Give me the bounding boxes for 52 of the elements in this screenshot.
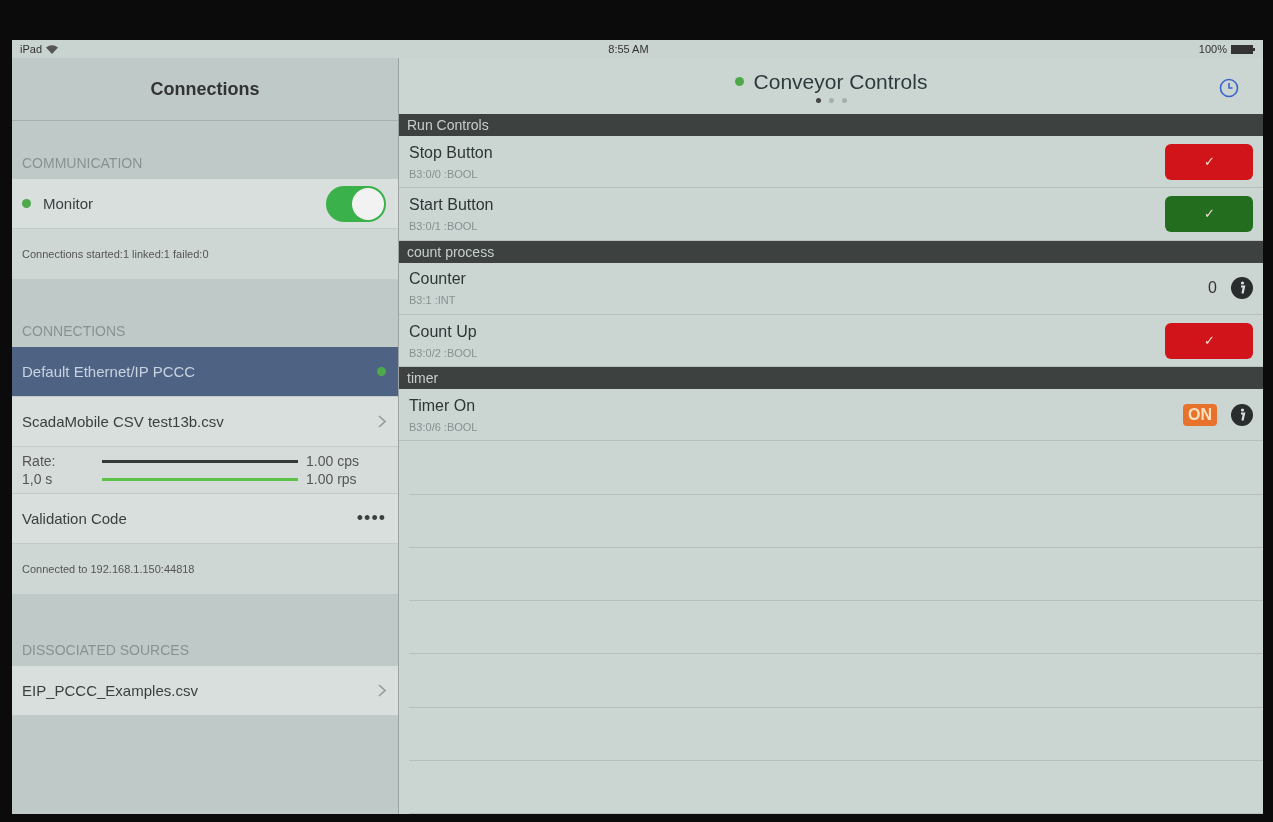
section-header: count process [399, 240, 1263, 263]
validation-label: Validation Code [22, 510, 127, 527]
wifi-icon [46, 44, 59, 54]
status-indicator: ON [1183, 403, 1217, 426]
tag-address: B3:0/2 :BOOL [409, 346, 478, 359]
connection-status: Connected to 192.168.1.150:44818 [12, 544, 398, 594]
chevron-icon [378, 684, 386, 697]
clock-icon[interactable] [1219, 78, 1239, 98]
sidebar-title: Connections [12, 58, 398, 121]
page-dot[interactable] [841, 97, 847, 103]
tag-label: Timer On [409, 396, 477, 415]
device-name: iPad [20, 43, 43, 55]
tag-label: Stop Button [409, 143, 493, 162]
validation-code[interactable]: •••• [356, 508, 386, 529]
battery-percent: 100% [1198, 43, 1227, 55]
tag-address: B3:1 :INT [409, 294, 457, 307]
section-header: COMMUNICATION [21, 154, 144, 173]
toggle-button[interactable]: ✓ [1165, 196, 1253, 232]
toggle-button[interactable]: ✓ [1165, 322, 1253, 359]
battery-icon [1231, 44, 1255, 54]
tag-address: B3:0/0 :BOOL [409, 167, 479, 180]
tag-label: Start Button [409, 196, 494, 214]
tag-label: Counter [409, 270, 466, 289]
section-header: CONNECTIONS [21, 322, 127, 341]
section-header: DISSOCIATED SOURCES [21, 641, 190, 660]
status-dot-icon [377, 367, 386, 376]
rate-reading: 1.00 rps [306, 471, 358, 487]
page-dot[interactable] [828, 97, 834, 103]
monitor-label: Monitor [43, 195, 94, 212]
status-dot-icon [22, 199, 31, 208]
rate-period: 1,0 s [22, 471, 54, 487]
info-icon[interactable] [1231, 403, 1253, 426]
status-dot-icon [734, 77, 744, 87]
page-dot[interactable] [815, 97, 821, 103]
tag-address: B3:0/6 :BOOL [409, 420, 478, 433]
tag-address: B3:0/1 :BOOL [409, 220, 479, 232]
monitor-switch[interactable] [326, 185, 386, 222]
connection-stats: Connections started:1 linked:1 failed:0 [12, 229, 398, 279]
section-header: timer [399, 367, 1263, 390]
section-header: Run Controls [399, 114, 1263, 137]
chevron-icon [378, 415, 386, 428]
connection-item[interactable]: Default Ethernet/IP PCCC [12, 347, 398, 397]
source-item[interactable]: EIP_PCCC_Examples.csv [12, 666, 398, 716]
counter-value: 0 [1208, 279, 1217, 298]
clock-time: 8:55 AM [608, 43, 649, 55]
info-icon[interactable] [1231, 277, 1253, 300]
connection-item[interactable]: ScadaMobile CSV test13b.csv [12, 397, 398, 447]
tag-label: Count Up [409, 322, 478, 341]
toggle-button[interactable]: ✓ [1165, 143, 1253, 180]
page-title: Conveyor Controls [753, 69, 928, 94]
rate-reading: 1.00 cps [306, 453, 360, 469]
rate-label: Rate: [22, 453, 57, 469]
